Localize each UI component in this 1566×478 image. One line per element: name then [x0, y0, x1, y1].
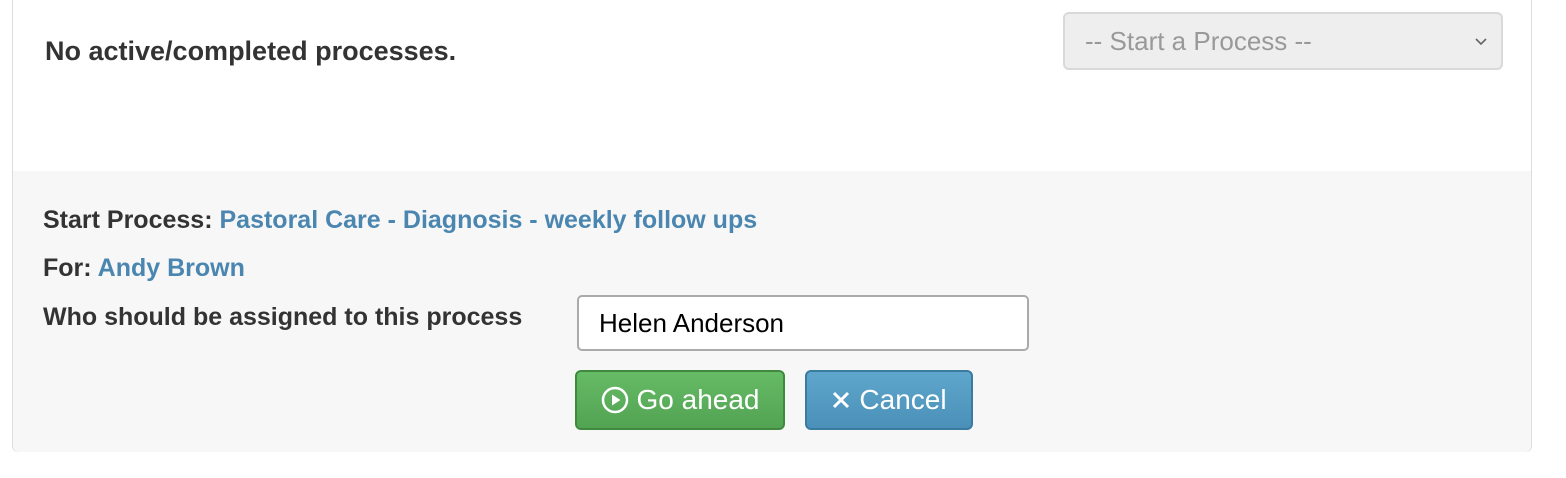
assignee-input[interactable]: Helen Anderson [577, 295, 1029, 351]
play-circle-icon [601, 386, 629, 414]
empty-processes-message: No active/completed processes. [45, 36, 457, 66]
start-process-form: Start Process: Pastoral Care - Diagnosis… [13, 171, 1531, 452]
process-name-link[interactable]: Pastoral Care - Diagnosis - weekly follo… [219, 206, 757, 234]
process-label: Start Process: [43, 206, 213, 234]
go-ahead-label: Go ahead [636, 384, 760, 415]
assign-label: Who should be assigned to this process [43, 303, 523, 331]
for-label: For: [43, 254, 92, 282]
cancel-label: Cancel [859, 384, 947, 415]
process-row: Start Process: Pastoral Care - Diagnosis… [43, 206, 757, 235]
go-ahead-button[interactable]: Go ahead [575, 370, 785, 430]
for-person-link[interactable]: Andy Brown [98, 254, 245, 282]
close-icon [831, 390, 851, 410]
cancel-button[interactable]: Cancel [805, 370, 973, 430]
for-row: For: Andy Brown [43, 254, 245, 283]
start-process-select-value: -- Start a Process -- [1085, 26, 1312, 56]
start-process-select[interactable]: -- Start a Process -- [1063, 12, 1503, 70]
process-header: No active/completed processes. -- Start … [13, 0, 1531, 171]
process-panel: No active/completed processes. -- Start … [12, 0, 1532, 452]
chevron-down-icon [1475, 38, 1487, 46]
